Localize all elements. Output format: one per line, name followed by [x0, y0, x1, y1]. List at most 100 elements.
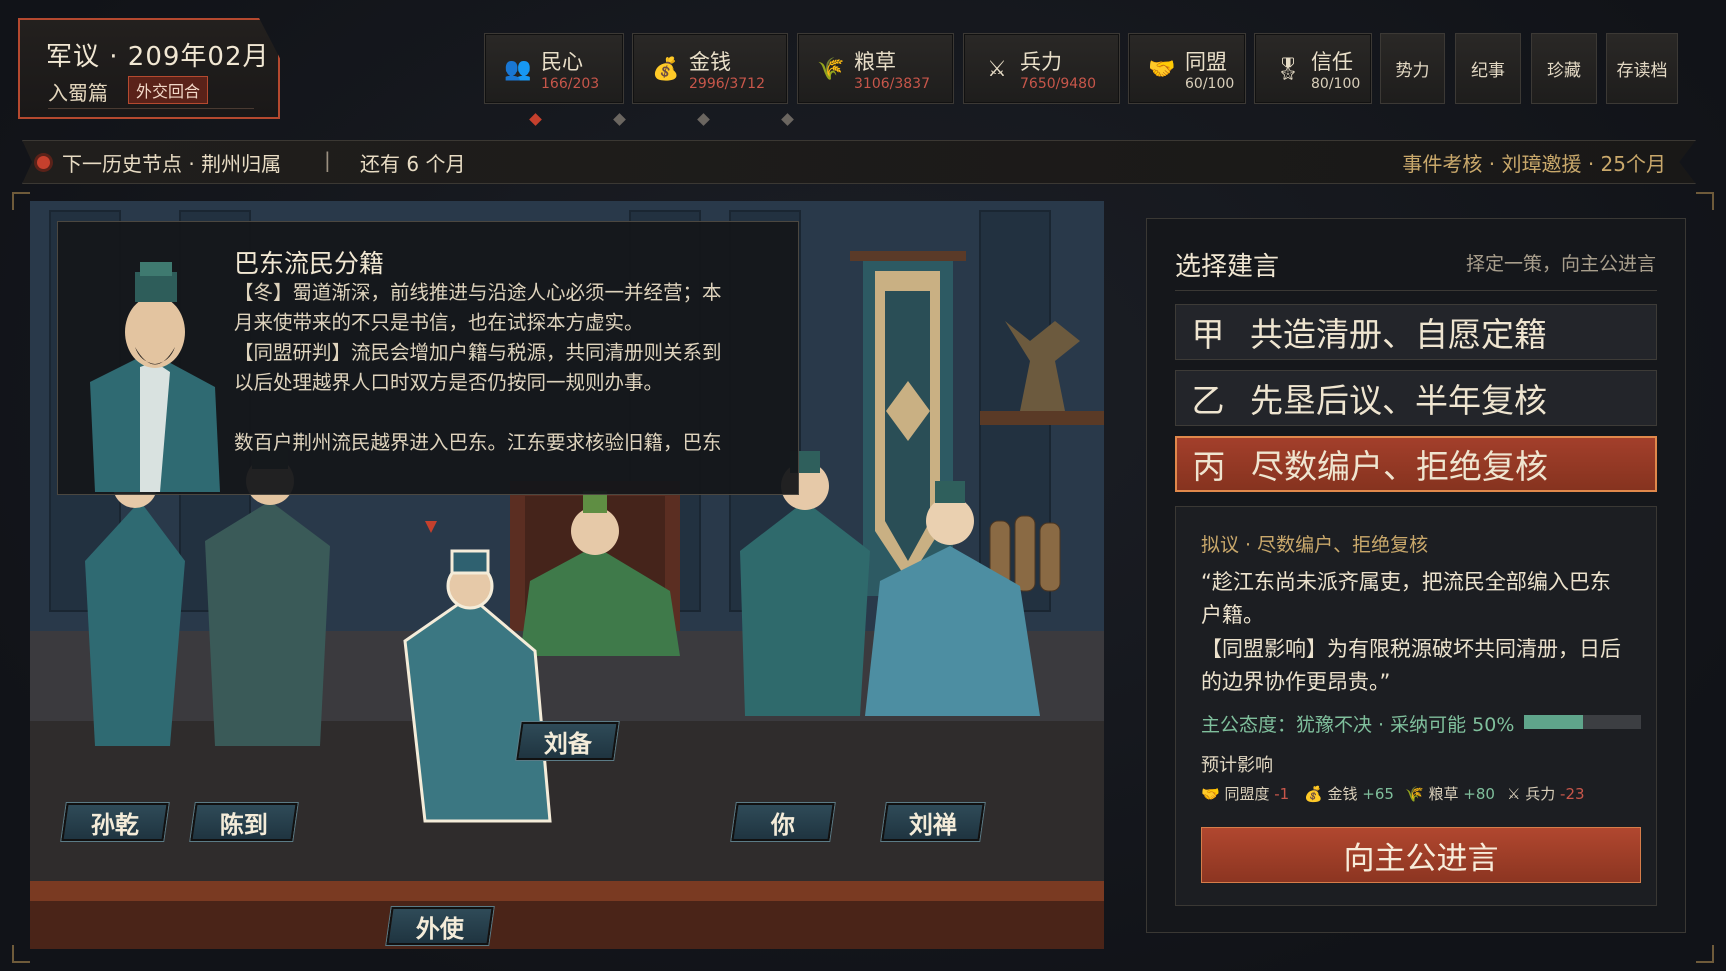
turn-title-box: 军议 · 209年02月 入蜀篇 外交回合 — [18, 18, 280, 119]
nameplate-sun-qian[interactable]: 孙乾 — [61, 803, 169, 841]
option-key: 丙 — [1192, 447, 1226, 486]
divider — [1175, 290, 1657, 291]
effect-delta: +80 — [1463, 785, 1495, 803]
effect-name: 同盟度 — [1224, 785, 1270, 803]
character-name: 孙乾 — [91, 810, 139, 839]
resource-value: 60/100 — [1185, 76, 1235, 92]
nameplate-you[interactable]: 你 — [731, 803, 835, 841]
resource-name: 信任 — [1311, 50, 1353, 74]
crossed-swords-icon: ⚔ — [1507, 785, 1521, 803]
resource-name: 粮草 — [854, 50, 896, 74]
alliance-icon: 🤝 — [1201, 785, 1220, 803]
character-name: 陈到 — [220, 810, 268, 839]
frame-corner — [1696, 192, 1714, 210]
dialog-line: 【冬】蜀道渐深，前线推进与沿途人心必须一并经营；本 — [234, 281, 722, 304]
effect-name: 粮草 — [1428, 785, 1459, 803]
resource-alliance[interactable]: 🤝 同盟 60/100 — [1128, 33, 1246, 104]
proposal-quote-line: 【同盟影响】为有限税源破坏共同清册，日后 — [1201, 637, 1621, 661]
effect-name: 金钱 — [1327, 785, 1358, 803]
resource-trust[interactable]: 🎖 信任 80/100 — [1254, 33, 1372, 104]
resource-grain[interactable]: 🌾 粮草 3106/3837 — [797, 33, 954, 104]
lord-attitude: 主公态度：犹豫不决 · 采纳可能 50% — [1201, 714, 1515, 736]
nameplate-envoy[interactable]: 外使 — [386, 907, 494, 945]
grain-icon: 🌾 — [1405, 785, 1424, 803]
option-jia[interactable]: 甲 共造清册、自愿定籍 — [1175, 304, 1657, 360]
nameplate-liu-bei[interactable]: 刘备 — [516, 722, 619, 760]
alert-dot-icon — [37, 156, 50, 169]
dialog-heading: 巴东流民分籍 — [234, 249, 385, 278]
effect-grain: 🌾 粮草 +80 — [1405, 783, 1495, 804]
advisor-portrait — [90, 262, 220, 492]
nav-save-load-button[interactable]: 存读档 — [1606, 33, 1678, 104]
event-dialog: 巴东流民分籍 【冬】蜀道渐深，前线推进与沿途人心必须一并经营；本 月来使带来的不… — [57, 221, 799, 495]
dialog-line: 数百户荆州流民越界进入巴东。江东要求核验旧籍，巴东 — [234, 431, 722, 454]
divider — [48, 108, 254, 109]
adopt-probability-fill — [1524, 715, 1583, 729]
nav-chronicle-button[interactable]: 纪事 — [1455, 33, 1521, 104]
dialog-line: 【同盟研判】流民会增加户籍与税源，共同清册则关系到 — [234, 341, 722, 364]
resource-value: 2996/3712 — [689, 76, 765, 92]
character-name: 刘禅 — [909, 810, 957, 839]
grain-icon: 🌾 — [817, 57, 845, 82]
next-event-label: 下一历史节点 · 荆州归属 — [62, 152, 282, 176]
frame-corner — [12, 945, 30, 963]
option-text: 尽数编户、拒绝复核 — [1251, 447, 1548, 486]
proposal-heading: 拟议 · 尽数编户、拒绝复核 — [1201, 534, 1429, 556]
option-bing-selected[interactable]: 丙 尽数编户、拒绝复核 — [1175, 436, 1657, 492]
resource-people[interactable]: 👥 民心 166/203 — [484, 33, 624, 104]
adopt-probability-bar — [1524, 715, 1641, 729]
option-yi[interactable]: 乙 先垦后议、半年复核 — [1175, 370, 1657, 426]
option-key: 甲 — [1191, 315, 1225, 354]
trust-icon: 🎖 — [1274, 57, 1302, 82]
effect-gold: 💰 金钱 +65 — [1304, 783, 1394, 804]
gold-coins-icon: 💰 — [1304, 785, 1323, 803]
nav-faction-button[interactable]: 势力 — [1380, 33, 1445, 104]
gold-coins-icon: 💰 — [652, 57, 680, 82]
resource-gold[interactable]: 💰 金钱 2996/3712 — [632, 33, 788, 104]
panel-title: 选择建言 — [1175, 252, 1280, 282]
effect-delta: -1 — [1274, 785, 1290, 803]
dialog-line: 以后处理越界人口时双方是否仍按同一规则办事。 — [234, 371, 664, 394]
ticker-separator: | — [324, 148, 331, 172]
alliance-icon: 🤝 — [1148, 57, 1176, 82]
option-key: 乙 — [1191, 381, 1225, 420]
proposal-quote-line: 的边界协作更昂贵。” — [1201, 670, 1391, 694]
option-text: 共造清册、自愿定籍 — [1250, 315, 1547, 354]
forecast-label: 预计影响 — [1201, 755, 1273, 776]
character-name: 外使 — [416, 914, 464, 943]
crossed-swords-icon: ⚔ — [987, 57, 1007, 82]
proposal-quote-line: “趁江东尚未派齐属吏，把流民全部编入巴东 — [1201, 570, 1611, 594]
phase-badge: 外交回合 — [128, 76, 209, 104]
turn-title: 军议 · 209年02月 — [46, 42, 270, 72]
frame-corner — [12, 192, 30, 210]
resource-value: 80/100 — [1311, 76, 1361, 92]
remaining-time: 还有 6 个月 — [360, 152, 466, 176]
character-name: 你 — [771, 810, 795, 839]
resource-troops[interactable]: ⚔ 兵力 7650/9480 — [963, 33, 1120, 104]
resource-name: 同盟 — [1185, 50, 1227, 74]
resource-name: 金钱 — [689, 50, 731, 74]
character-name: 刘备 — [543, 729, 592, 758]
resource-value: 166/203 — [541, 76, 600, 92]
resource-value: 3106/3837 — [854, 76, 930, 92]
event-assessment: 事件考核 · 刘璋邀援 · 25个月 — [1402, 152, 1666, 176]
frame-corner — [1696, 945, 1714, 963]
effect-name: 兵力 — [1525, 785, 1556, 803]
chapter-label: 入蜀篇 — [48, 81, 108, 105]
nameplate-liu-shan[interactable]: 刘禅 — [881, 803, 985, 841]
people-icon: 👥 — [504, 57, 532, 82]
effect-delta: +65 — [1362, 785, 1394, 803]
resource-name: 兵力 — [1020, 50, 1062, 74]
panel-hint: 择定一策，向主公进言 — [1465, 253, 1656, 275]
effect-alliance: 🤝 同盟度 -1 — [1201, 783, 1289, 804]
effect-troops: ⚔ 兵力 -23 — [1507, 783, 1585, 804]
effect-delta: -23 — [1560, 785, 1585, 803]
nameplate-chen-dao[interactable]: 陈到 — [190, 803, 298, 841]
submit-advice-button[interactable]: 向主公进言 — [1201, 827, 1641, 883]
dialog-line: 月来使带来的不只是书信，也在试探本方虚实。 — [234, 311, 644, 334]
proposal-quote-line: 户籍。 — [1201, 603, 1264, 627]
option-text: 先垦后议、半年复核 — [1250, 381, 1547, 420]
resource-value: 7650/9480 — [1020, 76, 1096, 92]
nav-treasure-button[interactable]: 珍藏 — [1531, 33, 1597, 104]
resource-name: 民心 — [541, 50, 583, 74]
